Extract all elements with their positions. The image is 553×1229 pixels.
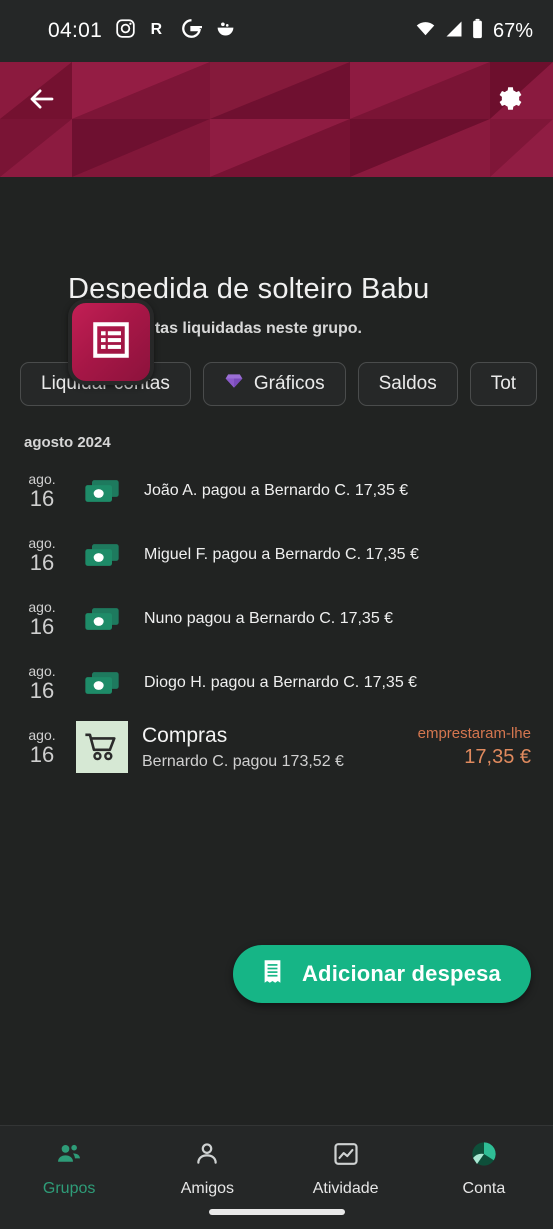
battery-percentage: 67%: [492, 19, 533, 42]
month-header: agosto 2024: [24, 434, 111, 451]
nav-label: Grupos: [42, 1180, 96, 1197]
row-date: ago. 16: [18, 536, 66, 574]
amount-label: emprestaram-lhe: [417, 725, 531, 742]
cash-icon: [80, 593, 124, 645]
group-avatar[interactable]: [68, 299, 154, 385]
status-bar-left: 04:01 R: [48, 18, 236, 44]
payment-text: Nuno pagou a Bernardo C. 17,35 €: [144, 610, 394, 627]
shopping-cart-icon: [76, 721, 128, 773]
banner-toolbar: [0, 62, 553, 140]
row-body: Miguel F. pagou a Bernardo C. 17,35 €: [144, 546, 531, 564]
wifi-icon: [414, 19, 437, 44]
table-row[interactable]: ago. 16 Compras Bernardo C. pagou 173,52…: [0, 715, 553, 779]
nav-label: Conta: [462, 1180, 506, 1197]
avatar-tile: [68, 299, 154, 385]
table-row[interactable]: ago. 16 Nuno pagou a Bernardo C. 17,35 €: [0, 587, 553, 651]
row-body: João A. pagou a Bernardo C. 17,35 €: [144, 482, 531, 500]
chip-totais[interactable]: Tot: [469, 362, 538, 406]
nav-item-conta[interactable]: Conta: [415, 1140, 553, 1198]
gesture-bar[interactable]: [208, 1209, 345, 1215]
row-date-day: 16: [29, 613, 55, 639]
battery-icon: [471, 18, 484, 44]
back-arrow-icon: [27, 84, 57, 119]
main-content: Despedida de solteiro Babu Tem as contas…: [0, 177, 553, 1125]
reddit-icon: R: [149, 18, 168, 44]
settings-button[interactable]: [487, 79, 531, 123]
row-body: Diogo H. pagou a Bernardo C. 17,35 €: [144, 674, 531, 692]
row-date-month: ago.: [28, 535, 56, 552]
row-date-day: 16: [29, 549, 55, 575]
back-button[interactable]: [20, 79, 64, 123]
row-date: ago. 16: [18, 600, 66, 638]
nav-label: Amigos: [180, 1180, 235, 1197]
bowl-icon: [215, 18, 236, 44]
person-icon: [193, 1140, 221, 1173]
activity-chart-icon: [332, 1140, 360, 1173]
status-bar: 04:01 R 67%: [0, 0, 553, 62]
status-bar-clock: 04:01: [48, 19, 103, 42]
cash-icon: [80, 529, 124, 581]
row-body: Nuno pagou a Bernardo C. 17,35 €: [144, 610, 531, 628]
amount-value: 17,35 €: [464, 746, 531, 768]
expense-amount: emprestaram-lhe 17,35 €: [408, 725, 531, 769]
row-date-day: 16: [29, 485, 55, 511]
chip-label: Saldos: [378, 373, 437, 394]
payment-text: Diogo H. pagou a Bernardo C. 17,35 €: [144, 674, 418, 691]
nav-item-atividade[interactable]: Atividade: [277, 1140, 415, 1198]
row-date-day: 16: [29, 741, 55, 767]
account-avatar-icon: [470, 1140, 498, 1173]
group-people-icon: [55, 1140, 83, 1173]
row-date-month: ago.: [28, 663, 56, 680]
nav-item-amigos[interactable]: Amigos: [138, 1140, 276, 1198]
status-bar-right: 67%: [414, 18, 533, 44]
list-icon: [90, 319, 132, 366]
group-banner: [0, 62, 553, 177]
cash-icon: [80, 657, 124, 709]
row-date: ago. 16: [18, 664, 66, 702]
gem-icon: [224, 371, 244, 397]
expense-payer: Bernardo C. pagou 173,52 €: [142, 752, 344, 770]
payment-text: João A. pagou a Bernardo C. 17,35 €: [144, 482, 409, 499]
chip-saldos[interactable]: Saldos: [357, 362, 458, 406]
table-row[interactable]: ago. 16 Miguel F. pagou a Bernardo C. 17…: [0, 523, 553, 587]
chip-graficos[interactable]: Gráficos: [202, 362, 346, 406]
chip-label: Tot: [490, 373, 517, 394]
expense-title: Compras: [142, 724, 228, 748]
chip-label: Gráficos: [253, 373, 325, 394]
page-title: Despedida de solteiro Babu: [68, 273, 430, 305]
cash-icon: [80, 465, 124, 517]
instagram-icon: [115, 18, 136, 44]
google-icon: [181, 18, 203, 44]
row-body: Compras Bernardo C. pagou 173,52 €: [142, 723, 408, 770]
row-date-month: ago.: [28, 599, 56, 616]
row-date: ago. 16: [18, 472, 66, 510]
nav-label: Atividade: [312, 1180, 379, 1197]
add-expense-label: Adicionar despesa: [301, 961, 501, 986]
add-expense-button[interactable]: Adicionar despesa: [232, 945, 531, 1003]
row-date-month: ago.: [28, 471, 56, 488]
receipt-icon: [259, 958, 286, 990]
app-screen: 04:01 R 67% Despedida de solteiro Babu T…: [0, 0, 553, 1229]
table-row[interactable]: ago. 16 João A. pagou a Bernardo C. 17,3…: [0, 459, 553, 523]
svg-text:R: R: [151, 21, 163, 38]
nav-item-grupos[interactable]: Grupos: [0, 1140, 138, 1198]
cellular-signal-icon: [444, 19, 464, 44]
gear-icon: [496, 85, 523, 117]
payment-text: Miguel F. pagou a Bernardo C. 17,35 €: [144, 546, 419, 563]
row-date: ago. 16: [18, 728, 66, 766]
row-date-day: 16: [29, 677, 55, 703]
row-date-month: ago.: [28, 727, 56, 744]
transaction-list: ago. 16 João A. pagou a Bernardo C. 17,3…: [0, 451, 553, 779]
table-row[interactable]: ago. 16 Diogo H. pagou a Bernardo C. 17,…: [0, 651, 553, 715]
